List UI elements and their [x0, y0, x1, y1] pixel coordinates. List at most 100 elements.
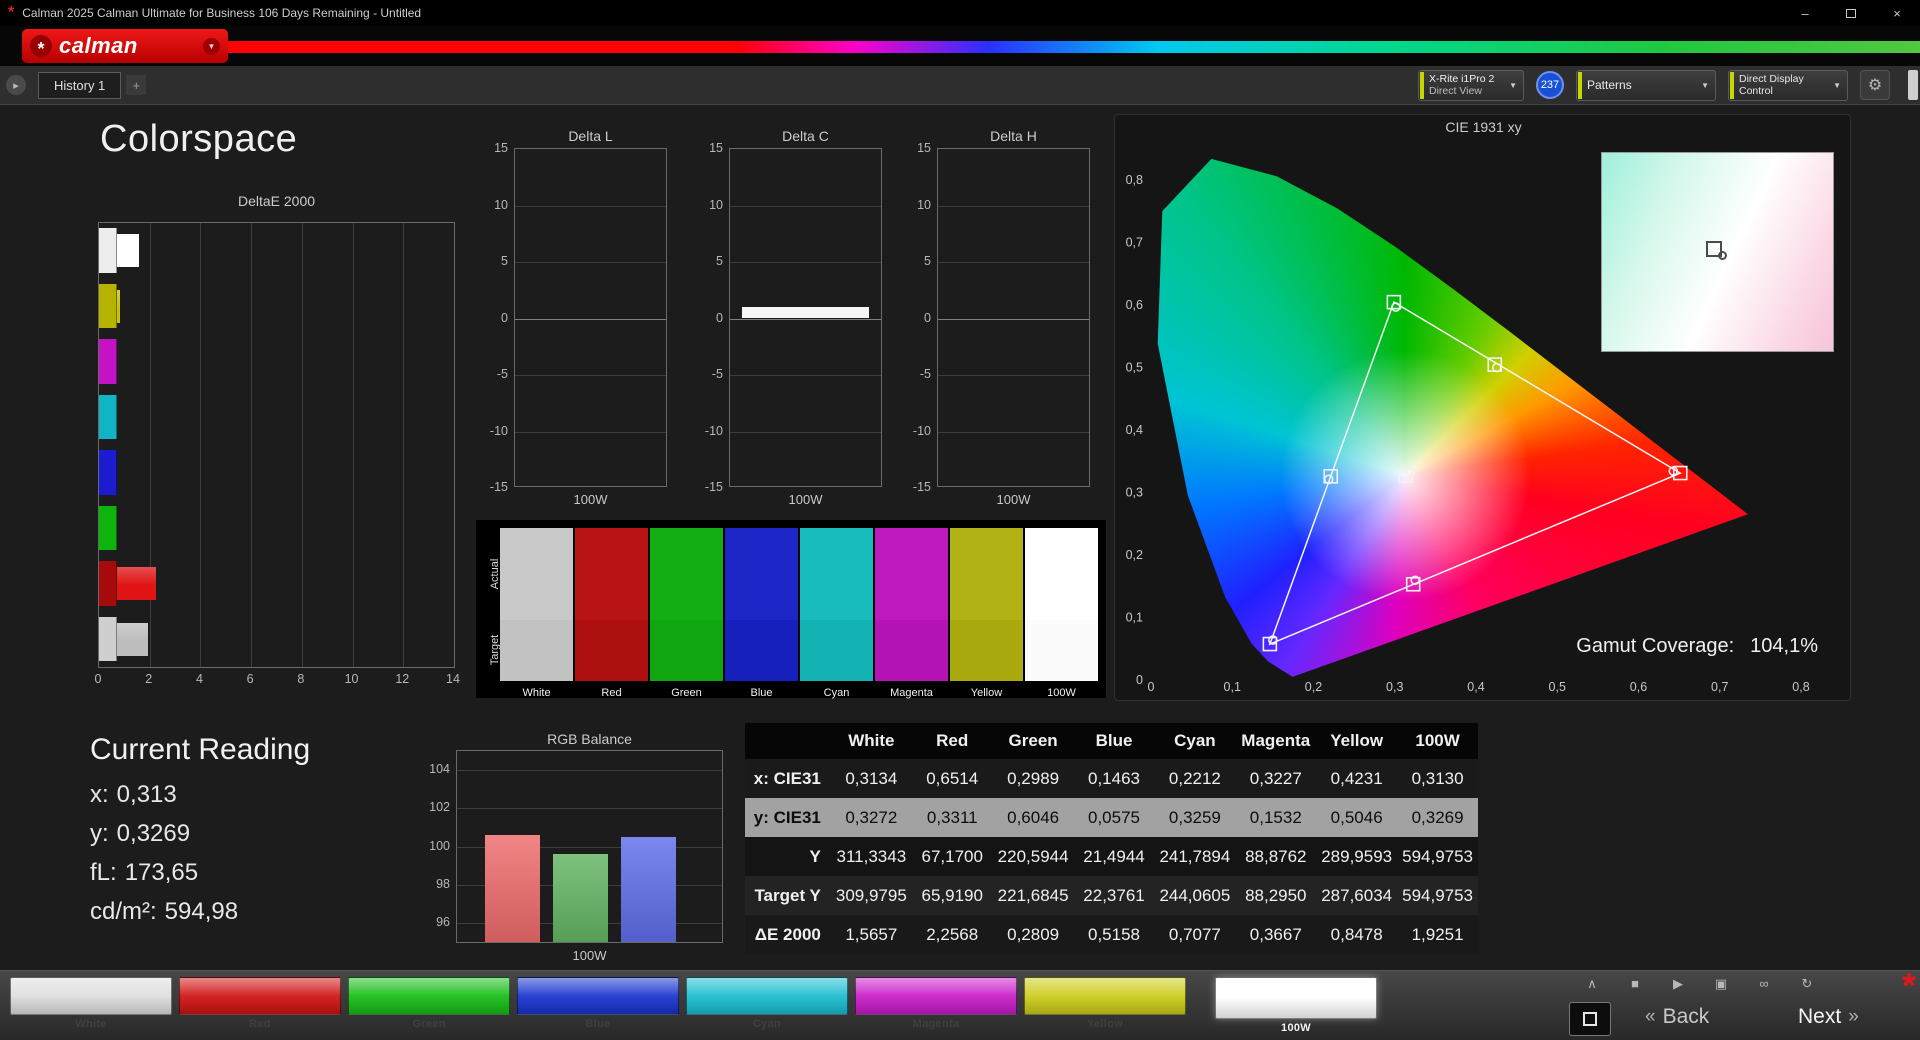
table-cell: 67,1700 — [921, 846, 983, 866]
meter-dropdown[interactable]: X-Rite i1Pro 2 Direct View ▼ — [1418, 69, 1524, 101]
delta-bar — [742, 307, 869, 319]
y-tick-label: -5 — [496, 367, 508, 381]
table-cell: 21,4944 — [1083, 846, 1145, 866]
y-tick-label: -5 — [919, 367, 931, 381]
gridline — [515, 375, 666, 376]
patch-label: Blue — [585, 1018, 611, 1030]
meter-count-badge[interactable]: 237 — [1536, 71, 1564, 99]
pattern-window-toggle[interactable] — [1569, 1002, 1611, 1036]
cie-y-tick: 0 — [1136, 673, 1143, 687]
patterns-dropdown[interactable]: Patterns ▼ — [1576, 69, 1716, 101]
back-label: Back — [1662, 1005, 1710, 1028]
reading-x: x: 0,313 — [90, 781, 310, 809]
strip-column-label: 100W — [1047, 687, 1076, 699]
x-tick-label: 12 — [395, 672, 410, 686]
rgb-bar-red — [485, 835, 540, 942]
pattern-patch-magenta[interactable]: Magenta — [855, 977, 1017, 1034]
pattern-patch-white[interactable]: White — [10, 977, 172, 1034]
gridline — [301, 223, 303, 667]
delta-chart-plot — [514, 148, 667, 487]
stop-button[interactable]: ■ — [1626, 976, 1644, 992]
table-row-x-cie31[interactable]: x: CIE31 0,3134 0,6514 0,2989 0,1463 0,2212 0,… — [745, 759, 1478, 798]
table-cell: 0,5046 — [1330, 807, 1383, 827]
gridline — [200, 223, 202, 667]
close-button[interactable]: × — [1874, 0, 1920, 26]
meter-status-bar — [1420, 71, 1424, 99]
pattern-patch-cyan[interactable]: Cyan — [686, 977, 848, 1034]
chevron-down-icon: ▼ — [1701, 80, 1709, 90]
minimize-button[interactable]: – — [1782, 0, 1828, 26]
patch-label: White — [75, 1018, 107, 1030]
title-bar: * Calman 2025 Calman Ultimate for Busine… — [0, 0, 1920, 26]
gridline — [515, 205, 666, 207]
back-button[interactable]: « Back — [1645, 1005, 1709, 1029]
pattern-patch-red[interactable]: Red — [179, 977, 341, 1034]
reading-cdm2-value: 594,98 — [164, 898, 239, 925]
collapse-button[interactable]: ∧ — [1583, 976, 1601, 992]
strip-columns: White Red Green Blue Cyan Magenta Yellow 100W — [500, 528, 1098, 699]
y-tick-label: 15 — [494, 141, 508, 155]
next-button[interactable]: Next » — [1798, 1005, 1859, 1029]
calman-menu-button[interactable]: * calman ▼ — [22, 29, 228, 63]
gridline — [730, 375, 881, 376]
table-cell: 88,8762 — [1245, 846, 1307, 866]
table-row-target-y[interactable]: Target Y 309,9795 65,9190 221,6845 22,3761 24… — [745, 876, 1478, 915]
maximize-button[interactable] — [1828, 0, 1874, 26]
x-tick-label: 6 — [246, 672, 254, 686]
tab-history-1[interactable]: History 1 — [38, 71, 122, 99]
window-controls: – × — [1782, 0, 1920, 26]
cie-measured-marker-green — [1391, 302, 1401, 312]
rgb-y-tick-label: 98 — [436, 876, 450, 891]
y-tick-label: 5 — [716, 254, 723, 268]
add-tab-button[interactable]: + — [126, 75, 147, 95]
strip-target-swatch — [800, 620, 873, 681]
rgb-y-tick-label: 102 — [429, 800, 450, 815]
table-cell: 244,0605 — [1159, 885, 1231, 905]
cie-y-tick: 0,3 — [1126, 486, 1143, 500]
table-cell: 311,3343 — [836, 846, 907, 866]
x-tick-label: 4 — [195, 672, 203, 686]
chevron-down-icon: ▼ — [1833, 80, 1841, 90]
strip-target-swatch — [950, 620, 1023, 681]
cie-y-tick: 0,6 — [1126, 298, 1143, 312]
strip-target-swatch — [725, 620, 798, 681]
table-header-green: Green — [1008, 731, 1058, 750]
strip-column-yellow: Yellow — [950, 528, 1023, 699]
pattern-patch-100w[interactable]: 100W — [1215, 977, 1377, 1034]
display-control-label: Direct Display Control — [1739, 73, 1804, 97]
session-controls: ∧ ■ ▶ ▣ ∞ ↻ « Back Next » * — [1555, 965, 1920, 1040]
table-cell: 0,3311 — [926, 807, 978, 827]
table-row-y[interactable]: Y 311,3343 67,1700 220,5944 21,4944 241,7894 8… — [745, 837, 1478, 876]
table-cell: 0,2809 — [1007, 924, 1060, 944]
chevron-up-icon: ∧ — [1587, 976, 1597, 991]
play-button[interactable]: ▶ — [1669, 976, 1687, 992]
display-control-dropdown[interactable]: Direct Display Control ▼ — [1728, 69, 1848, 101]
y-tick-label: -10 — [489, 423, 508, 438]
actual-target-swatch-strip: Actual Target White Red Green Blue Cyan Magen… — [476, 520, 1106, 699]
save-button[interactable]: ▣ — [1712, 976, 1730, 992]
pattern-patch-yellow[interactable]: Yellow — [1024, 977, 1186, 1034]
reading-fl-value: 173,65 — [124, 859, 199, 886]
table-row--e-2000[interactable]: ΔE 2000 1,5657 2,2568 0,2809 0,5158 0,7077 0,3… — [745, 915, 1478, 954]
strip-column-label: Magenta — [890, 687, 933, 699]
refresh-button[interactable]: ↻ — [1798, 976, 1816, 992]
table-cell: 0,3227 — [1249, 768, 1302, 788]
table-header-cyan: Cyan — [1174, 731, 1216, 750]
reading-cdm2-label: cd/m²: — [90, 898, 157, 925]
panel-handle[interactable] — [1908, 70, 1918, 100]
cie-x-tick: 0,1 — [1224, 680, 1241, 694]
strip-target-swatch — [1025, 620, 1098, 681]
table-row-y-cie31[interactable]: y: CIE31 0,3272 0,3311 0,6046 0,0575 0,3259 0,… — [745, 798, 1478, 837]
link-button[interactable]: ∞ — [1755, 976, 1773, 992]
strip-column-magenta: Magenta — [875, 528, 948, 699]
patch-swatch — [855, 977, 1017, 1015]
main-content: Colorspace DeltaE 2000 0 2 4 6 8 10 12 14 Actua… — [0, 105, 1920, 970]
pages-nav-button[interactable]: ▸ — [6, 75, 26, 95]
cie-x-tick: 0,3 — [1386, 680, 1403, 694]
pattern-patch-blue[interactable]: Blue — [517, 977, 679, 1034]
settings-button[interactable]: ⚙ — [1860, 70, 1890, 100]
deltae-swatch-blue — [99, 450, 117, 495]
strip-column-blue: Blue — [725, 528, 798, 699]
chevron-down-icon: ▼ — [1509, 80, 1517, 90]
pattern-patch-green[interactable]: Green — [348, 977, 510, 1034]
